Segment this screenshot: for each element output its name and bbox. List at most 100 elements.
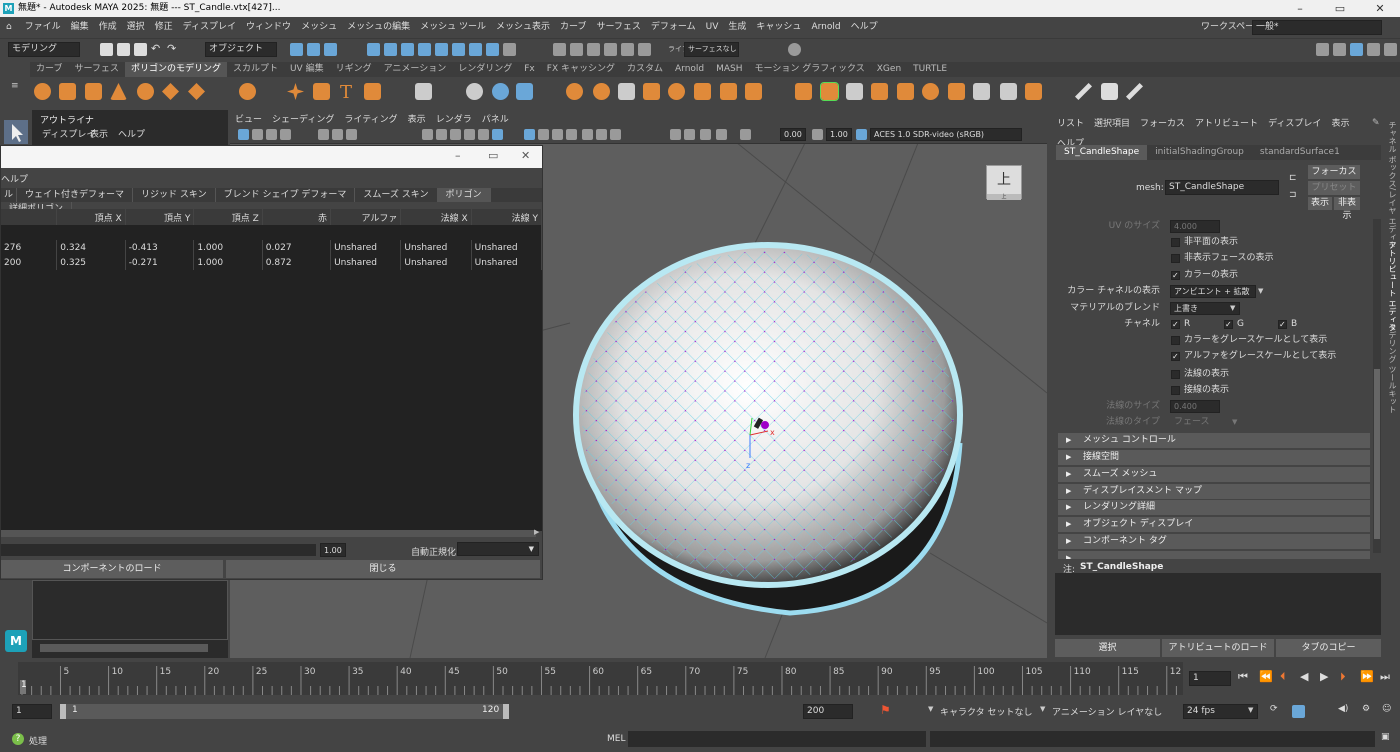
image-plane-icon[interactable] — [280, 129, 291, 140]
ae-tab-shape[interactable]: ST_CandleShape — [1056, 145, 1148, 160]
color-gray-checkbox[interactable] — [1171, 336, 1180, 345]
menu-arnold[interactable]: Arnold — [806, 17, 845, 38]
poly-torus-icon[interactable] — [137, 83, 154, 100]
selection-mode-select[interactable]: オブジェクト — [205, 42, 277, 57]
show-tool-settings-icon[interactable] — [1367, 43, 1380, 56]
poly-sphere-icon[interactable] — [34, 83, 51, 100]
table-cell[interactable]: 0.325 — [56, 255, 126, 270]
select-handle-icon[interactable] — [367, 43, 380, 56]
select-camera-icon[interactable] — [238, 129, 249, 140]
exposure-field[interactable]: 0.00 — [780, 128, 806, 141]
col-header-normal-x[interactable]: 法線 X — [400, 209, 472, 225]
table-cell[interactable]: -0.413 — [125, 240, 195, 255]
step-back-key-icon[interactable]: ⏪ — [1259, 670, 1273, 683]
select-curve-icon[interactable] — [401, 43, 414, 56]
uv-editor-icon[interactable] — [1101, 83, 1118, 100]
menuset-select[interactable]: モデリング — [8, 42, 80, 57]
select-misc-icon[interactable] — [486, 43, 499, 56]
xray-joints-icon[interactable] — [596, 129, 607, 140]
scroll-right-icon[interactable]: ▶ — [534, 528, 539, 536]
motion-blur-icon[interactable] — [716, 129, 727, 140]
load-attributes-button[interactable]: アトリビュートのロード — [1162, 639, 1274, 657]
platonic-solid-icon[interactable] — [239, 83, 256, 100]
menu-uv[interactable]: UV — [701, 17, 724, 38]
safe-action-icon[interactable] — [450, 129, 461, 140]
vp-menu-show[interactable]: 表示 — [403, 113, 431, 127]
cpe-tab-cluster[interactable]: ル — [1, 188, 18, 202]
auto-normalize-select[interactable]: ▼ — [457, 542, 539, 556]
chevron-down-icon[interactable]: ▼ — [928, 705, 933, 713]
section-component-tags[interactable]: コンポーネント タグ — [1058, 534, 1370, 549]
show-button[interactable]: 表示 — [1308, 197, 1332, 210]
super-shape-icon[interactable] — [287, 83, 304, 100]
home-icon[interactable]: ⌂ — [0, 17, 17, 38]
depth-of-field-icon[interactable] — [700, 129, 711, 140]
go-to-output-icon[interactable]: ⊐ — [1289, 190, 1297, 200]
open-scene-icon[interactable] — [117, 43, 130, 56]
select-joint-icon[interactable] — [384, 43, 397, 56]
close-window-button[interactable]: ✕ — [1360, 0, 1400, 17]
table-cell[interactable]: 276 — [1, 240, 58, 255]
menu-surfaces[interactable]: サーフェス — [591, 17, 645, 38]
ambient-occlusion-icon[interactable] — [670, 129, 681, 140]
ae-tab-material[interactable]: standardSurface1 — [1252, 145, 1348, 160]
mirror-icon[interactable] — [1000, 83, 1017, 100]
smooth-shade-icon[interactable] — [524, 129, 535, 140]
menu-edit[interactable]: 編集 — [66, 17, 94, 38]
menu-file[interactable]: ファイル — [20, 17, 66, 38]
cpe-titlebar[interactable]: – ▭ ✕ — [1, 146, 542, 168]
step-forward-frame-icon[interactable]: ⏵ — [1340, 670, 1346, 684]
cpe-value-field[interactable]: 1.00 — [320, 543, 346, 557]
table-cell[interactable]: -0.271 — [125, 255, 195, 270]
play-forward-icon[interactable]: ▶ — [1320, 670, 1328, 683]
cpe-hscrollbar[interactable] — [1, 530, 536, 537]
film-gate-icon[interactable] — [332, 129, 343, 140]
collapse-icon[interactable] — [694, 83, 711, 100]
separate-icon[interactable] — [466, 83, 483, 100]
close-button[interactable]: 閉じる — [226, 560, 540, 578]
outliner-menu-show[interactable]: 表示 — [90, 127, 108, 140]
poly-cylinder-icon[interactable] — [85, 83, 102, 100]
shelf-tab-rendering[interactable]: レンダリング — [452, 62, 518, 77]
ae-menu-selected[interactable]: 選択項目 — [1089, 114, 1135, 134]
script-editor-icon[interactable]: ▣ — [1381, 732, 1390, 742]
table-cell[interactable]: 0.027 — [262, 240, 332, 255]
vp-menu-lighting[interactable]: ライティング — [339, 113, 402, 127]
menu-help[interactable]: ヘルプ — [846, 17, 883, 38]
select-tool-icon[interactable] — [4, 120, 28, 144]
gamma-icon[interactable] — [812, 129, 823, 140]
outliner-list[interactable] — [32, 580, 228, 640]
antialiasing-icon[interactable] — [684, 129, 695, 140]
target-weld-icon[interactable] — [820, 82, 839, 101]
current-frame-field[interactable]: 1 — [1189, 671, 1231, 686]
shadows-icon[interactable] — [566, 129, 577, 140]
auto-key-icon[interactable]: ⚑ — [880, 703, 891, 717]
maximize-button[interactable]: ▭ — [1320, 0, 1360, 17]
color-management-icon[interactable] — [856, 129, 867, 140]
ae-tab-shading-group[interactable]: initialShadingGroup — [1147, 145, 1252, 160]
resolution-gate-icon[interactable] — [346, 129, 357, 140]
select-render-icon[interactable] — [469, 43, 482, 56]
section-tangent-space[interactable]: 接線空間 — [1058, 450, 1370, 465]
gamma-field[interactable]: 1.00 — [826, 128, 852, 141]
vp-menu-shading[interactable]: シェーディング — [267, 113, 339, 127]
shelf-tab-arnold[interactable]: Arnold — [669, 62, 710, 77]
quad-draw-icon[interactable] — [973, 83, 990, 100]
uv-size-field[interactable]: 4.000 — [1170, 220, 1220, 233]
shelf-tab-poly-modeling[interactable]: ポリゴンのモデリング — [124, 62, 227, 77]
go-to-input-icon[interactable]: ⊏ — [1289, 173, 1297, 183]
new-scene-icon[interactable] — [100, 43, 113, 56]
table-cell[interactable]: Unshared — [400, 240, 472, 255]
show-channel-box-icon[interactable] — [1384, 43, 1397, 56]
outliner-menu-help[interactable]: ヘルプ — [118, 127, 145, 140]
table-cell[interactable]: 0.324 — [56, 240, 126, 255]
table-cell[interactable]: 200 — [1, 255, 58, 270]
section-mesh-controls[interactable]: メッシュ コントロール — [1058, 433, 1370, 448]
ae-menu-list[interactable]: リスト — [1052, 114, 1089, 134]
merge-icon[interactable] — [668, 83, 685, 100]
ae-menu-show[interactable]: 表示 — [1326, 114, 1354, 134]
camera-attributes-icon[interactable] — [252, 129, 263, 140]
col-header-alpha[interactable]: アルファ — [330, 209, 402, 225]
col-header-red[interactable]: 赤 — [262, 209, 332, 225]
sweep-mesh-icon[interactable] — [313, 83, 330, 100]
